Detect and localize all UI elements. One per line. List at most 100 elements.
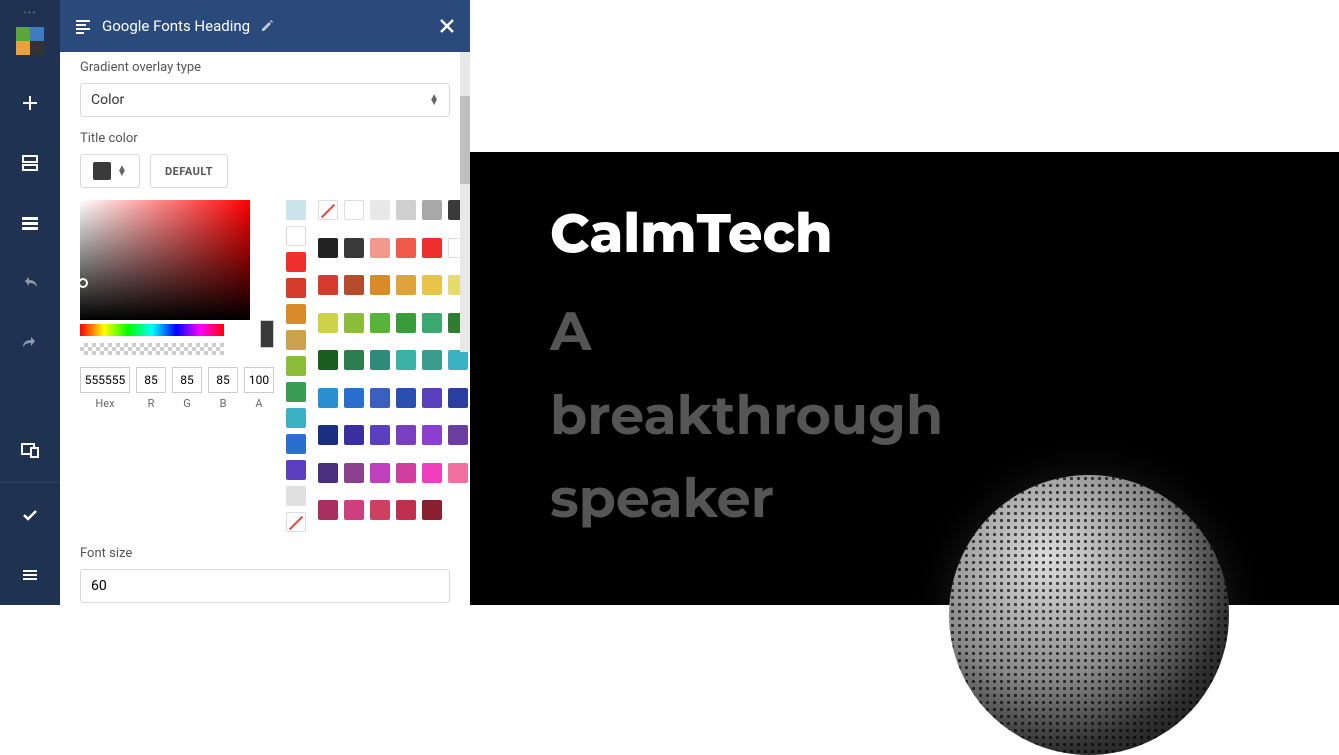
- preset-swatch[interactable]: [344, 275, 364, 295]
- saturation-area[interactable]: [80, 200, 250, 320]
- color-picker: Hex R G B A: [80, 200, 450, 532]
- preset-swatch[interactable]: [344, 500, 364, 520]
- preset-swatch[interactable]: [396, 388, 416, 408]
- preset-swatch[interactable]: [344, 425, 364, 445]
- preset-swatch[interactable]: [396, 350, 416, 370]
- preset-swatch[interactable]: [422, 500, 442, 520]
- preset-swatch[interactable]: [422, 238, 442, 258]
- hex-label: Hex: [95, 397, 114, 410]
- preset-swatch[interactable]: [448, 425, 468, 445]
- preset-swatch[interactable]: [344, 313, 364, 333]
- preset-swatch[interactable]: [286, 278, 306, 298]
- redo-button[interactable]: [0, 313, 60, 373]
- edit-title-icon[interactable]: [260, 19, 274, 33]
- preset-swatch[interactable]: [344, 350, 364, 370]
- preset-swatch[interactable]: [286, 252, 306, 272]
- preset-swatch[interactable]: [370, 463, 390, 483]
- preset-swatch[interactable]: [286, 408, 306, 428]
- preset-swatch[interactable]: [318, 500, 338, 520]
- preset-swatch[interactable]: [396, 200, 416, 220]
- a-input[interactable]: [244, 367, 274, 393]
- preset-swatch[interactable]: [286, 434, 306, 454]
- tree-view-button[interactable]: [0, 193, 60, 253]
- preset-swatch[interactable]: [422, 350, 442, 370]
- preset-swatch[interactable]: [344, 463, 364, 483]
- add-element-button[interactable]: [0, 73, 60, 133]
- preset-swatch[interactable]: [344, 200, 364, 220]
- undo-button[interactable]: [0, 253, 60, 313]
- saturation-cursor[interactable]: [78, 278, 88, 288]
- select-arrows-icon: ▲▼: [117, 166, 127, 176]
- menu-button[interactable]: [0, 545, 60, 605]
- panel-body: Gradient overlay type Color ▲▼ Title col…: [60, 52, 470, 605]
- preset-swatch[interactable]: [318, 350, 338, 370]
- default-color-button[interactable]: DEFAULT: [150, 154, 228, 188]
- preset-swatch[interactable]: [422, 388, 442, 408]
- preset-swatch[interactable]: [448, 388, 468, 408]
- preset-swatch[interactable]: [370, 388, 390, 408]
- preset-swatch[interactable]: [422, 313, 442, 333]
- scrollbar-thumb[interactable]: [460, 96, 470, 184]
- hero-subtitle: A breakthrough speaker: [550, 290, 870, 541]
- gradient-type-select[interactable]: Color ▲▼: [80, 83, 450, 117]
- preset-swatch[interactable]: [344, 238, 364, 258]
- preset-swatch[interactable]: [318, 313, 338, 333]
- title-color-swatch-dropdown[interactable]: ▲▼: [80, 154, 140, 188]
- preset-swatch[interactable]: [318, 463, 338, 483]
- close-panel-button[interactable]: [438, 17, 456, 35]
- preset-swatch[interactable]: [396, 238, 416, 258]
- alpha-slider[interactable]: [80, 343, 224, 355]
- preset-swatch[interactable]: [422, 425, 442, 445]
- r-input[interactable]: [136, 367, 166, 393]
- preset-swatch[interactable]: [370, 275, 390, 295]
- panel-scrollbar[interactable]: [460, 52, 470, 352]
- b-label: B: [220, 397, 227, 410]
- preset-swatch[interactable]: [422, 200, 442, 220]
- preset-swatch[interactable]: [318, 275, 338, 295]
- preset-swatch[interactable]: [396, 425, 416, 445]
- preset-swatch[interactable]: [286, 200, 306, 220]
- preset-swatch[interactable]: [448, 350, 468, 370]
- templates-button[interactable]: [0, 133, 60, 193]
- preset-swatch[interactable]: [396, 275, 416, 295]
- preset-swatch[interactable]: [370, 350, 390, 370]
- preset-swatch[interactable]: [286, 382, 306, 402]
- preset-swatch[interactable]: [344, 388, 364, 408]
- preset-swatch[interactable]: [318, 388, 338, 408]
- preset-swatch[interactable]: [370, 200, 390, 220]
- preset-swatch[interactable]: [370, 238, 390, 258]
- left-rail: •••: [0, 0, 60, 605]
- gradient-type-label: Gradient overlay type: [80, 60, 450, 75]
- preset-swatch[interactable]: [318, 238, 338, 258]
- preset-swatch[interactable]: [396, 463, 416, 483]
- preset-swatch[interactable]: [286, 486, 306, 506]
- responsive-button[interactable]: [0, 420, 60, 480]
- preview-hero: CalmTech A breakthrough speaker: [470, 152, 1339, 605]
- title-color-label: Title color: [80, 131, 450, 146]
- preset-swatch[interactable]: [318, 425, 338, 445]
- preset-swatch-none[interactable]: [318, 200, 338, 220]
- preset-swatch[interactable]: [422, 463, 442, 483]
- preset-swatch[interactable]: [286, 330, 306, 350]
- preset-swatch[interactable]: [286, 226, 306, 246]
- hex-input[interactable]: [80, 367, 130, 393]
- b-input[interactable]: [208, 367, 238, 393]
- preset-swatch[interactable]: [370, 313, 390, 333]
- select-arrows-icon: ▲▼: [429, 95, 439, 105]
- preset-swatch[interactable]: [370, 500, 390, 520]
- preset-swatch[interactable]: [396, 500, 416, 520]
- preset-swatch[interactable]: [286, 356, 306, 376]
- fontsize-input[interactable]: [80, 569, 450, 603]
- preset-swatch[interactable]: [422, 275, 442, 295]
- preset-swatch[interactable]: [286, 460, 306, 480]
- g-input[interactable]: [172, 367, 202, 393]
- preset-color-grid: [318, 200, 468, 532]
- hue-slider[interactable]: [80, 324, 224, 336]
- preset-swatch[interactable]: [286, 304, 306, 324]
- preset-swatch[interactable]: [396, 313, 416, 333]
- current-color-preview: [260, 320, 274, 348]
- save-button[interactable]: [0, 485, 60, 545]
- preset-swatch[interactable]: [370, 425, 390, 445]
- preset-swatch-none[interactable]: [286, 512, 306, 532]
- preset-swatch[interactable]: [448, 463, 468, 483]
